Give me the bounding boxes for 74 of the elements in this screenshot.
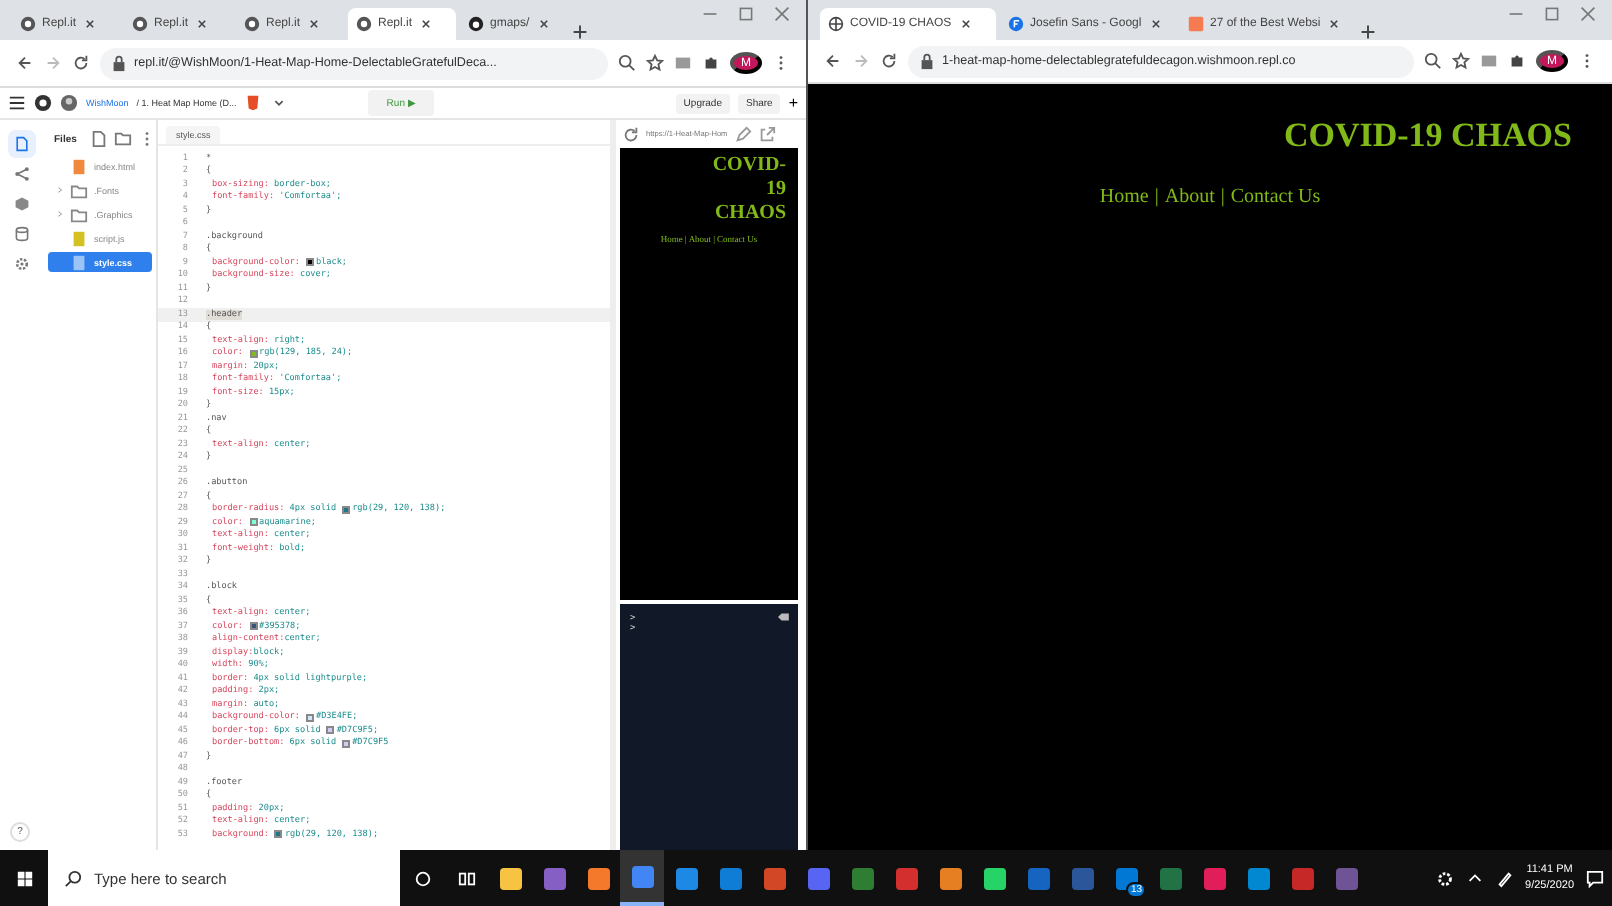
lock-icon — [110, 54, 128, 72]
extension-icon[interactable] — [674, 54, 692, 72]
app-icon[interactable] — [587, 867, 609, 889]
globe-icon — [828, 16, 844, 32]
close-icon[interactable] — [535, 16, 552, 32]
lock-icon — [918, 52, 936, 70]
user-avatar-icon[interactable] — [60, 94, 78, 112]
zoom-icon[interactable] — [618, 54, 636, 72]
site-logo-icon — [1188, 16, 1204, 32]
circle-icon — [356, 16, 372, 32]
js-file-icon — [70, 229, 88, 247]
external-link-icon[interactable] — [757, 125, 776, 143]
back-icon[interactable] — [824, 52, 842, 70]
plus-icon[interactable] — [572, 24, 588, 40]
task-view-icon[interactable] — [457, 869, 475, 887]
app-icon[interactable] — [983, 867, 1005, 889]
css-file-icon — [70, 253, 88, 271]
notification-icon[interactable] — [1586, 869, 1604, 887]
chevron-icon — [56, 210, 64, 218]
circle-icon — [132, 16, 148, 32]
close-icon[interactable] — [418, 16, 435, 32]
menu-icon[interactable] — [8, 94, 26, 112]
new-folder-icon[interactable] — [114, 130, 133, 148]
maximize-icon[interactable] — [1544, 6, 1560, 22]
settings-icon[interactable] — [14, 256, 30, 272]
share-nodes-icon[interactable] — [14, 166, 30, 182]
html-file-icon — [70, 157, 88, 175]
nav-link[interactable]: About — [1164, 186, 1215, 208]
cube-icon[interactable] — [14, 196, 30, 212]
close-icon[interactable] — [194, 16, 211, 32]
html5-icon — [244, 94, 263, 112]
close-icon[interactable] — [82, 16, 99, 32]
reload-icon[interactable] — [622, 125, 640, 143]
logo-icon[interactable] — [34, 94, 52, 112]
circle-icon — [244, 16, 260, 32]
app-icon[interactable] — [1247, 867, 1269, 889]
letter-f-icon — [1008, 16, 1024, 32]
nav-link[interactable]: Home — [1099, 186, 1149, 208]
close-icon[interactable] — [1147, 16, 1164, 32]
close-icon[interactable] — [1326, 16, 1343, 32]
clear-icon[interactable] — [778, 612, 790, 622]
app-icon[interactable] — [939, 867, 961, 889]
add-button[interactable]: + — [788, 94, 798, 112]
new-file-icon[interactable] — [90, 130, 109, 148]
nav-separator: | — [1220, 186, 1225, 208]
plus-icon[interactable] — [1360, 24, 1376, 40]
nav-separator: | — [1154, 186, 1159, 208]
star-icon[interactable] — [1452, 52, 1470, 70]
app-icon[interactable] — [499, 867, 521, 889]
windows-logo-icon[interactable] — [15, 869, 33, 887]
file-icon[interactable] — [14, 136, 30, 152]
app-icon[interactable] — [675, 867, 697, 889]
reload-icon[interactable] — [880, 52, 898, 70]
nav-link[interactable]: Contact Us — [1230, 186, 1321, 208]
close-icon[interactable] — [957, 16, 974, 32]
reload-icon[interactable] — [72, 54, 90, 72]
extension-icon[interactable] — [1480, 52, 1498, 70]
app-icon[interactable] — [1115, 867, 1137, 889]
pen-icon[interactable] — [1495, 869, 1514, 887]
database-icon[interactable] — [14, 226, 30, 242]
taskbar-app-button[interactable] — [620, 850, 664, 906]
star-icon[interactable] — [646, 54, 664, 72]
back-icon[interactable] — [16, 54, 34, 72]
close-icon[interactable] — [306, 16, 323, 32]
page-heading: COVID-19 CHAOS — [710, 154, 786, 226]
search-icon — [64, 869, 82, 887]
maximize-icon[interactable] — [738, 6, 754, 22]
zoom-icon[interactable] — [1424, 52, 1442, 70]
circle-icon — [20, 16, 36, 32]
circle-icon[interactable] — [413, 869, 431, 887]
page-heading: COVID-19 CHAOS — [1281, 116, 1572, 156]
chevron-up-icon[interactable] — [1465, 869, 1484, 887]
chevron-icon — [56, 186, 64, 194]
pencil-icon[interactable] — [733, 125, 752, 143]
